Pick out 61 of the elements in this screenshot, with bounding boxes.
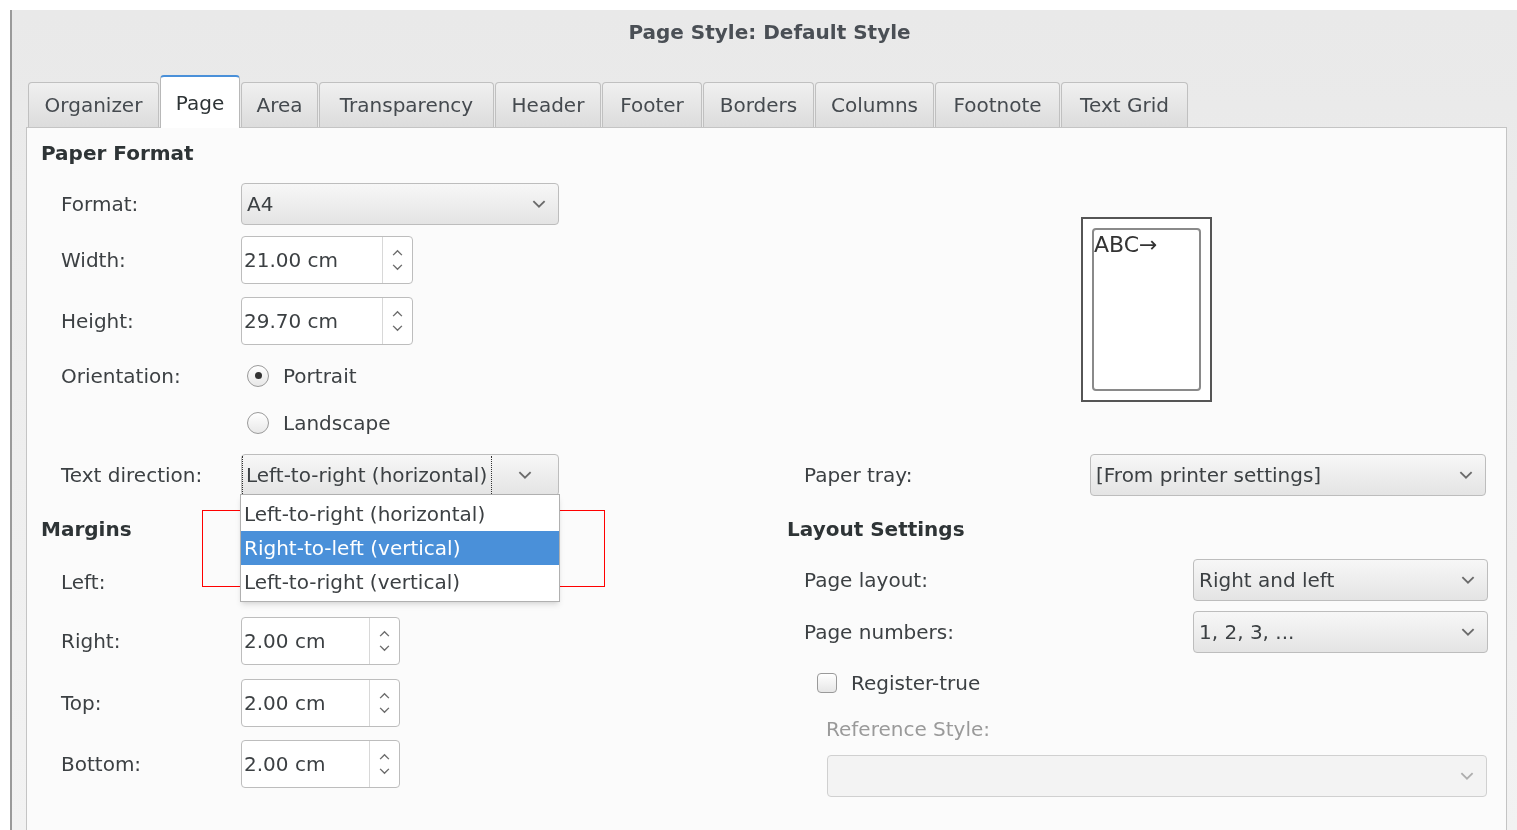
tab[interactable]: Borders <box>703 82 814 127</box>
spin-down-icon[interactable] <box>379 645 390 652</box>
spin-up-icon[interactable] <box>379 753 390 760</box>
chevron-down-icon[interactable] <box>1461 627 1475 637</box>
section-heading: Margins <box>41 516 132 543</box>
field-label: Text direction: <box>61 462 204 489</box>
field-label: Orientation: <box>61 362 182 390</box>
chevron-down-icon[interactable] <box>1461 575 1475 585</box>
dropdown[interactable]: [From printer settings] <box>1090 454 1486 496</box>
spin-field[interactable]: 2.00 cm <box>241 617 400 665</box>
spin-field[interactable]: 21.00 cm <box>241 236 413 284</box>
field-label: Height: <box>61 308 135 335</box>
chevron-down-icon[interactable] <box>1459 470 1473 480</box>
spin-down-icon[interactable] <box>392 264 403 271</box>
spin-up-icon[interactable] <box>379 630 390 637</box>
dropdown[interactable]: Left-to-right (horizontal) <box>241 454 559 496</box>
dropdown[interactable]: Right and left <box>1193 559 1488 601</box>
menu-item[interactable]: Left-to-right (horizontal) <box>241 497 559 531</box>
spin-up-icon[interactable] <box>379 692 390 699</box>
radio-label: Portrait <box>283 362 357 390</box>
field-label: Right: <box>61 628 122 655</box>
radio-button[interactable] <box>247 364 269 387</box>
tab[interactable]: Columns <box>815 82 934 127</box>
spin-up-icon[interactable] <box>392 310 403 317</box>
field-label: Page layout: <box>804 567 929 594</box>
spin-down-icon[interactable] <box>379 707 390 714</box>
spin-up-icon[interactable] <box>392 249 403 256</box>
tab[interactable]: Transparency <box>319 82 494 127</box>
tab[interactable]: Organizer <box>28 82 159 127</box>
window-title: Page Style: Default Style <box>627 19 912 46</box>
section-heading: Paper Format <box>41 140 194 167</box>
field-label: Paper tray: <box>804 462 914 489</box>
spin-field[interactable]: 2.00 cm <box>241 679 400 727</box>
tab[interactable]: Footer <box>602 82 702 127</box>
radio-button[interactable] <box>247 412 269 434</box>
tab[interactable]: Area <box>241 82 318 127</box>
checkbox[interactable] <box>817 673 837 693</box>
chevron-down-icon[interactable] <box>518 470 533 480</box>
field-label: Left: <box>61 569 107 596</box>
field-label: Format: <box>61 191 140 218</box>
field-label: Top: <box>61 690 103 717</box>
preview-text: ABC→ <box>1094 232 1158 257</box>
dropdown[interactable]: A4 <box>241 183 559 225</box>
tab[interactable]: Footnote <box>935 82 1060 127</box>
field-label: Bottom: <box>61 751 143 778</box>
field-label: Width: <box>61 247 127 274</box>
spin-field[interactable]: 29.70 cm <box>241 297 413 345</box>
dropdown[interactable]: 1, 2, 3, ... <box>1193 611 1488 653</box>
menu-item[interactable]: Left-to-right (vertical) <box>241 565 559 599</box>
field-label: Reference Style: <box>826 716 991 743</box>
checkbox-label: Register-true <box>851 670 981 697</box>
chevron-down-icon[interactable] <box>532 199 546 209</box>
tab[interactable]: Text Grid <box>1061 82 1188 127</box>
radio-label: Landscape <box>283 410 391 437</box>
section-heading: Layout Settings <box>787 516 965 543</box>
field-label: Page numbers: <box>804 619 955 646</box>
spin-down-icon[interactable] <box>392 325 403 332</box>
spin-down-icon[interactable] <box>379 768 390 775</box>
tab[interactable]: Header <box>495 82 601 127</box>
tab[interactable]: Page <box>160 75 240 128</box>
spin-field[interactable]: 2.00 cm <box>241 740 400 788</box>
